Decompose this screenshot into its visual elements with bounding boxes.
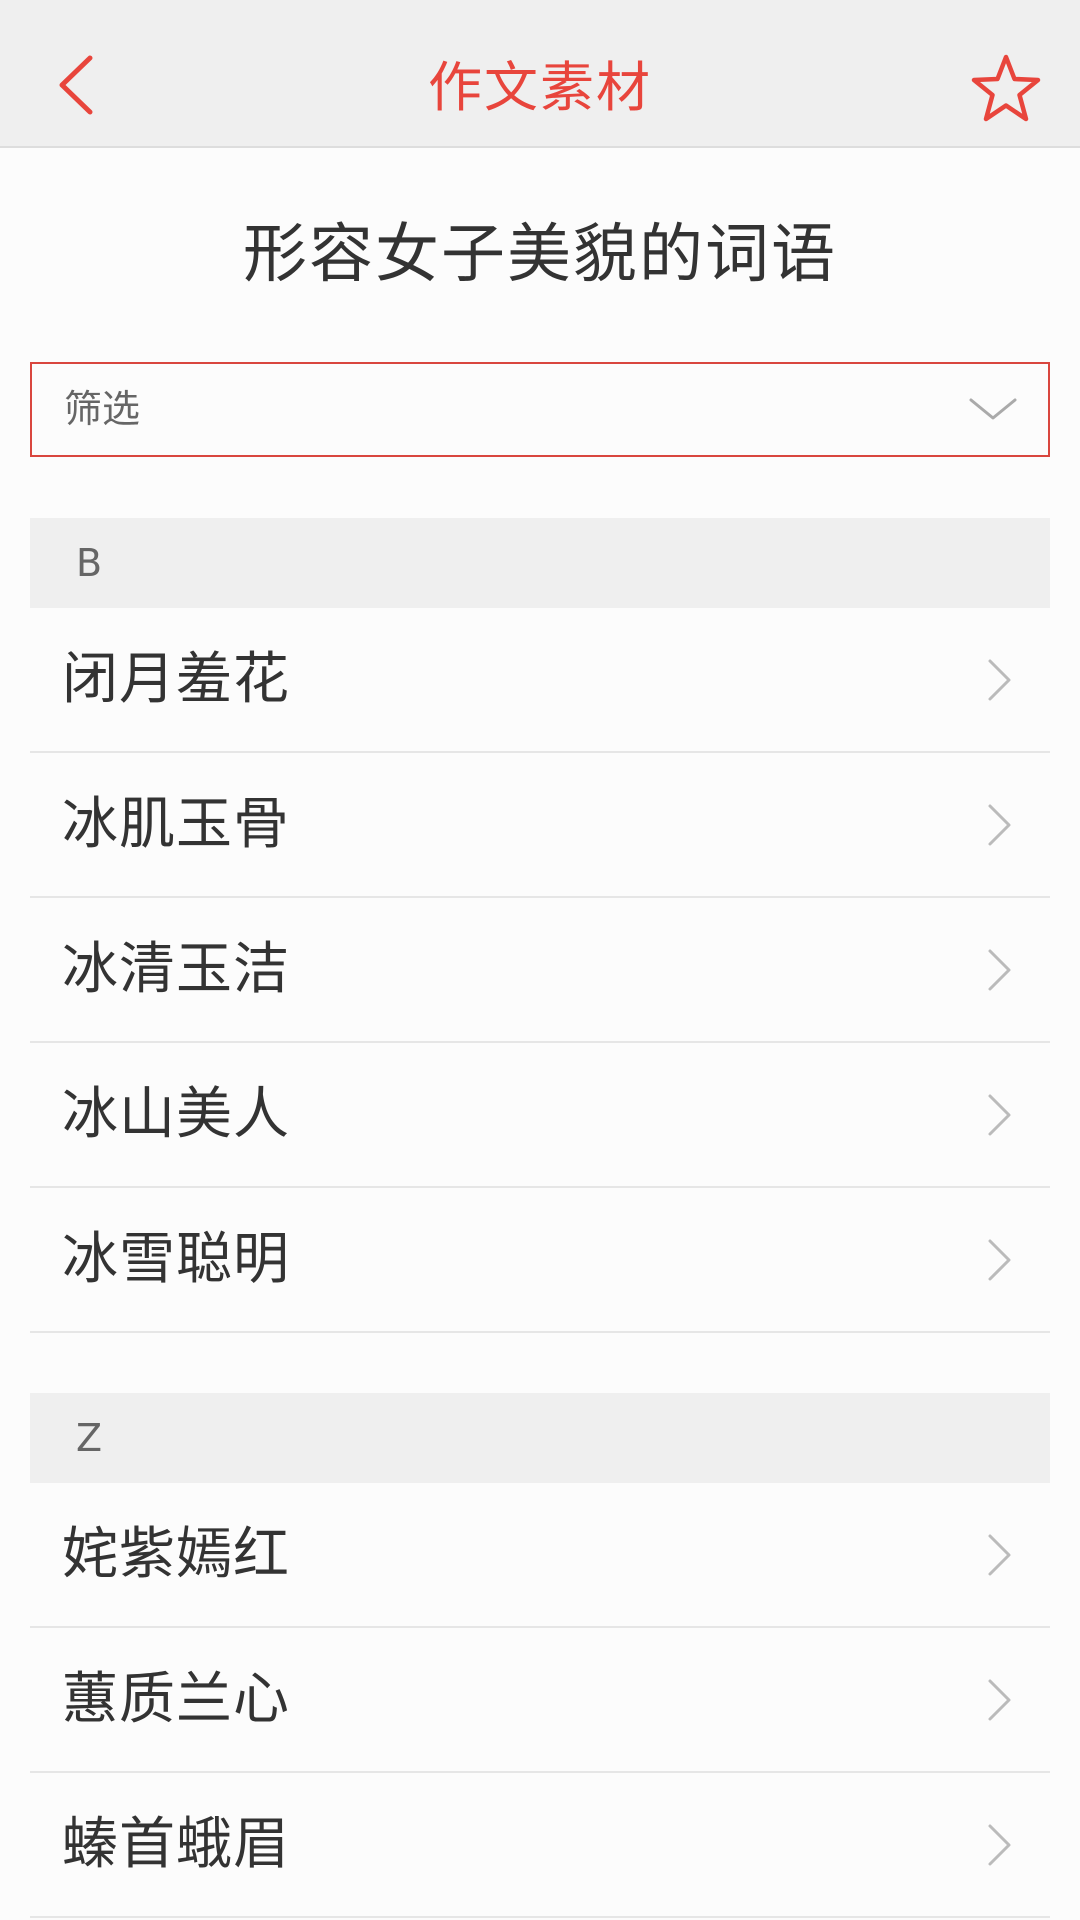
filter-dropdown[interactable]: 筛选 [30, 362, 1050, 457]
list-item-label: 冰清玉洁 [62, 937, 290, 1002]
list-item-label: 冰肌玉骨 [62, 792, 290, 857]
header-title: 作文素材 [428, 56, 652, 119]
list-item-label: 冰山美人 [62, 1082, 290, 1147]
chevron-right-icon [988, 1094, 1011, 1136]
chevron-right-icon [988, 804, 1011, 846]
favorite-button[interactable] [966, 48, 1046, 128]
chevron-right-icon [988, 1239, 1011, 1281]
list-item[interactable]: 蕙质兰心 [30, 1628, 1050, 1773]
chevron-right-icon [988, 1824, 1011, 1866]
section-letter: B [76, 541, 103, 585]
app-screen: 作文素材 形容女子美貌的词语 筛选 B 闭月羞花 冰肌玉骨 冰清玉洁 冰山美人 … [0, 0, 1080, 1920]
chevron-down-icon [969, 398, 1017, 420]
list-item-label: 闭月羞花 [62, 647, 290, 712]
chevron-right-icon [988, 659, 1011, 701]
list-item[interactable]: 螓首蛾眉 [30, 1773, 1050, 1918]
list-item[interactable]: 姹紫嫣红 [30, 1483, 1050, 1628]
list-item[interactable]: 冰肌玉骨 [30, 753, 1050, 898]
list-item[interactable]: 冰山美人 [30, 1043, 1050, 1188]
top-nav-bar: 作文素材 [0, 0, 1080, 148]
section-header-b: B [30, 518, 1050, 608]
star-outline-icon [971, 54, 1041, 122]
list-item-label: 螓首蛾眉 [62, 1812, 290, 1877]
section-header-z: Z [30, 1393, 1050, 1483]
section-letter: Z [76, 1416, 103, 1460]
list-item-label: 蕙质兰心 [62, 1667, 290, 1732]
list-item[interactable]: 冰清玉洁 [30, 898, 1050, 1043]
list-item-label: 冰雪聪明 [62, 1227, 290, 1292]
chevron-right-icon [988, 1679, 1011, 1721]
list-item-label: 姹紫嫣红 [62, 1522, 290, 1587]
page-title: 形容女子美貌的词语 [243, 218, 837, 292]
list-item[interactable]: 闭月羞花 [30, 608, 1050, 753]
filter-label: 筛选 [64, 387, 141, 431]
chevron-right-icon [988, 949, 1011, 991]
chevron-right-icon [988, 1534, 1011, 1576]
list-item[interactable]: 冰雪聪明 [30, 1188, 1050, 1333]
